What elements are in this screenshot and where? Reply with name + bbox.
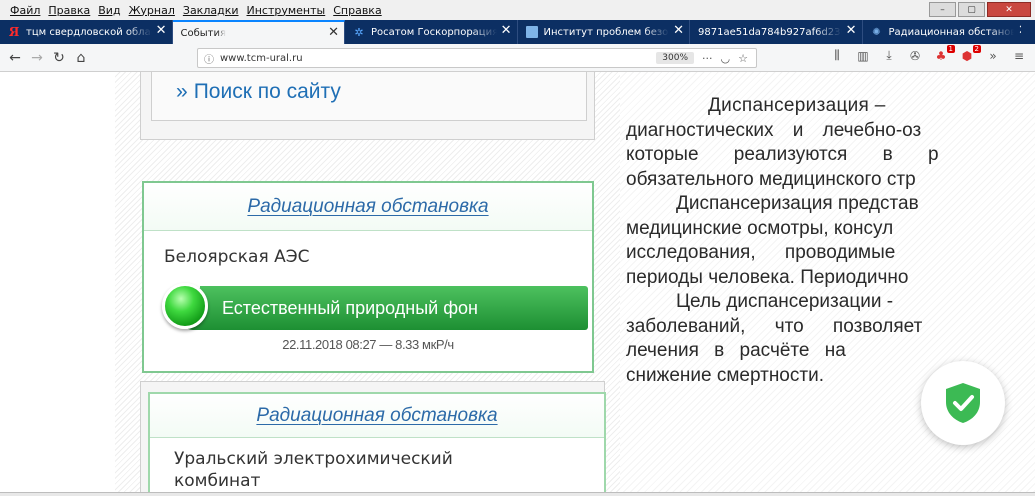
tab-title: 9871ae51da784b927af6d230eef1f2 [698, 26, 842, 38]
menu-edit[interactable]: Правка [44, 4, 94, 17]
page-content: » Поиск по сайту Радиационная обстановка … [0, 72, 1035, 492]
menu-bookmarks[interactable]: Закладки [179, 4, 243, 17]
radiation-status-link[interactable]: Радиационная обстановка [247, 196, 488, 218]
menu-help[interactable]: Справка [329, 4, 385, 17]
article-line: медицинские осмотры, консул [626, 217, 894, 239]
station-name-line: комбинат [174, 471, 261, 491]
yandex-icon: Я [8, 25, 20, 39]
tab-title: Росатом Госкорпорация «Ро [371, 26, 497, 38]
library-icon[interactable]: ⫼ [829, 48, 845, 63]
tab-overflow[interactable] [1021, 20, 1035, 44]
zoom-level[interactable]: 300% [656, 52, 695, 64]
status-text: Естественный природный фон [222, 297, 478, 318]
search-site-label: Поиск по сайту [193, 79, 341, 103]
adblock-icon[interactable]: ⬢ 2 [959, 44, 981, 63]
menu-view[interactable]: Вид [94, 4, 124, 17]
tab-ibrae[interactable]: Институт проблем безопасно ✕ [518, 20, 690, 44]
article-text: Диспансеризация – диагностических и лече… [626, 94, 1035, 388]
download-icon[interactable]: ⤓ [881, 48, 897, 63]
search-panel: » Поиск по сайту [140, 72, 595, 140]
tab-yandex-search[interactable]: Я тцм свердловской области о ✕ [0, 20, 173, 44]
search-site-link[interactable]: » Поиск по сайту [176, 80, 341, 104]
tab-events[interactable]: События ✕ [172, 20, 345, 44]
nav-bar: ← → ↻ ⌂ ⓘ www.tcm-ural.ru 300% ··· ◡ ☆ ⫼… [0, 44, 1035, 72]
page-actions-icon[interactable]: ··· [702, 52, 713, 65]
radiation-status-link[interactable]: Радиационная обстановка [256, 405, 497, 427]
search-box: » Поиск по сайту [151, 72, 587, 121]
site-info-icon[interactable]: ⓘ [200, 51, 218, 66]
forward-icon[interactable]: → [26, 47, 48, 69]
article-line: Диспансеризация – [708, 95, 886, 116]
menu-tools[interactable]: Инструменты [243, 4, 330, 17]
menu-history[interactable]: Журнал [125, 4, 179, 17]
tab-title: Радиационная обстановка н [888, 26, 1015, 38]
station-name-line: Уральский электрохимический [174, 449, 453, 469]
minimize-button[interactable]: – [929, 2, 956, 17]
page-icon [525, 26, 538, 38]
extension-icon[interactable]: ✇ [907, 49, 923, 63]
bookmark-star-icon[interactable]: ☆ [738, 52, 748, 65]
tab-close-icon[interactable]: ✕ [501, 24, 512, 38]
article-line: диагностических и лечебно-оз [626, 119, 922, 141]
url-bar[interactable]: ⓘ www.tcm-ural.ru 300% ··· ◡ ☆ [197, 48, 757, 68]
article-line: лечения в расчёте на [626, 340, 846, 361]
maximize-button[interactable]: ▢ [958, 2, 985, 17]
home-icon[interactable]: ⌂ [70, 47, 92, 69]
radiation-reading: 22.11.2018 08:27 — 8.33 мкР/ч [282, 337, 454, 352]
article-line: обязательного медицинского стр [626, 168, 916, 190]
tab-rosatom[interactable]: ✲ Росатом Госкорпорация «Ро ✕ [345, 20, 518, 44]
article-line: периоды человека. Периодично [626, 266, 909, 288]
shield-check-icon [946, 383, 980, 423]
widget-header: Радиационная обстановка [150, 394, 604, 438]
toolbar-icons: ⫼ ▥ ⤓ ✇ ♣ 1 ⬢ 2 » ≡ [829, 44, 1035, 63]
article-line: которые реализуются в р [626, 144, 939, 165]
article-line: Цель диспансеризации - [676, 291, 894, 312]
security-shield-button[interactable] [921, 361, 1005, 445]
rosatom-icon: ✲ [354, 25, 364, 39]
tab-hash-page[interactable]: 9871ae51da784b927af6d230eef1f2 ✕ [690, 20, 863, 44]
tab-title: События [180, 27, 227, 39]
sidebar-icon[interactable]: ▥ [855, 49, 871, 63]
close-window-button[interactable]: ✕ [987, 2, 1031, 17]
tab-radiation[interactable]: ✺ Радиационная обстановка н ✕ [863, 20, 1035, 44]
double-chevron-icon: » [176, 79, 188, 103]
status-bar: Естественный природный фон [200, 286, 588, 330]
station-name: Белоярская АЭС [164, 247, 310, 267]
window-controls: – ▢ ✕ [929, 2, 1031, 17]
back-icon[interactable]: ← [4, 47, 26, 69]
article-line: заболеваний, что позволяет [626, 315, 923, 337]
reload-icon[interactable]: ↻ [48, 47, 70, 69]
radiation-widget-beloyarsk: Радиационная обстановка Белоярская АЭС Е… [142, 181, 594, 373]
station-name: Уральский электрохимический комбинат [150, 438, 604, 492]
tab-close-icon[interactable]: ✕ [328, 26, 339, 40]
overflow-menu-icon[interactable]: » [985, 49, 1001, 63]
tab-title: тцм свердловской области о [26, 26, 152, 38]
tab-strip: Я тцм свердловской области о ✕ События ✕… [0, 20, 1035, 44]
menu-file[interactable]: Файл [6, 4, 44, 17]
status-bar-edge [0, 492, 1035, 496]
green-status-led-icon [162, 283, 208, 329]
widget-header: Радиационная обстановка [144, 183, 592, 231]
extension-red-icon[interactable]: ♣ 1 [933, 44, 955, 63]
pocket-icon[interactable]: ◡ [721, 52, 731, 65]
radiation-icon: ✺ [872, 26, 881, 38]
hamburger-menu-icon[interactable]: ≡ [1011, 49, 1027, 63]
tab-close-icon[interactable]: ✕ [156, 24, 167, 38]
tab-close-icon[interactable]: ✕ [673, 24, 684, 38]
radiation-widget-uehk: Радиационная обстановка Уральский электр… [148, 392, 606, 492]
tab-close-icon[interactable]: ✕ [846, 24, 857, 38]
article-line: Диспансеризация представ [676, 193, 919, 214]
article-line: исследования, проводимые [626, 242, 896, 263]
url-text[interactable]: www.tcm-ural.ru [218, 53, 656, 64]
tab-title: Институт проблем безопасно [543, 26, 670, 38]
menu-bar: Файл Правка Вид Журнал Закладки Инструме… [0, 0, 1035, 20]
